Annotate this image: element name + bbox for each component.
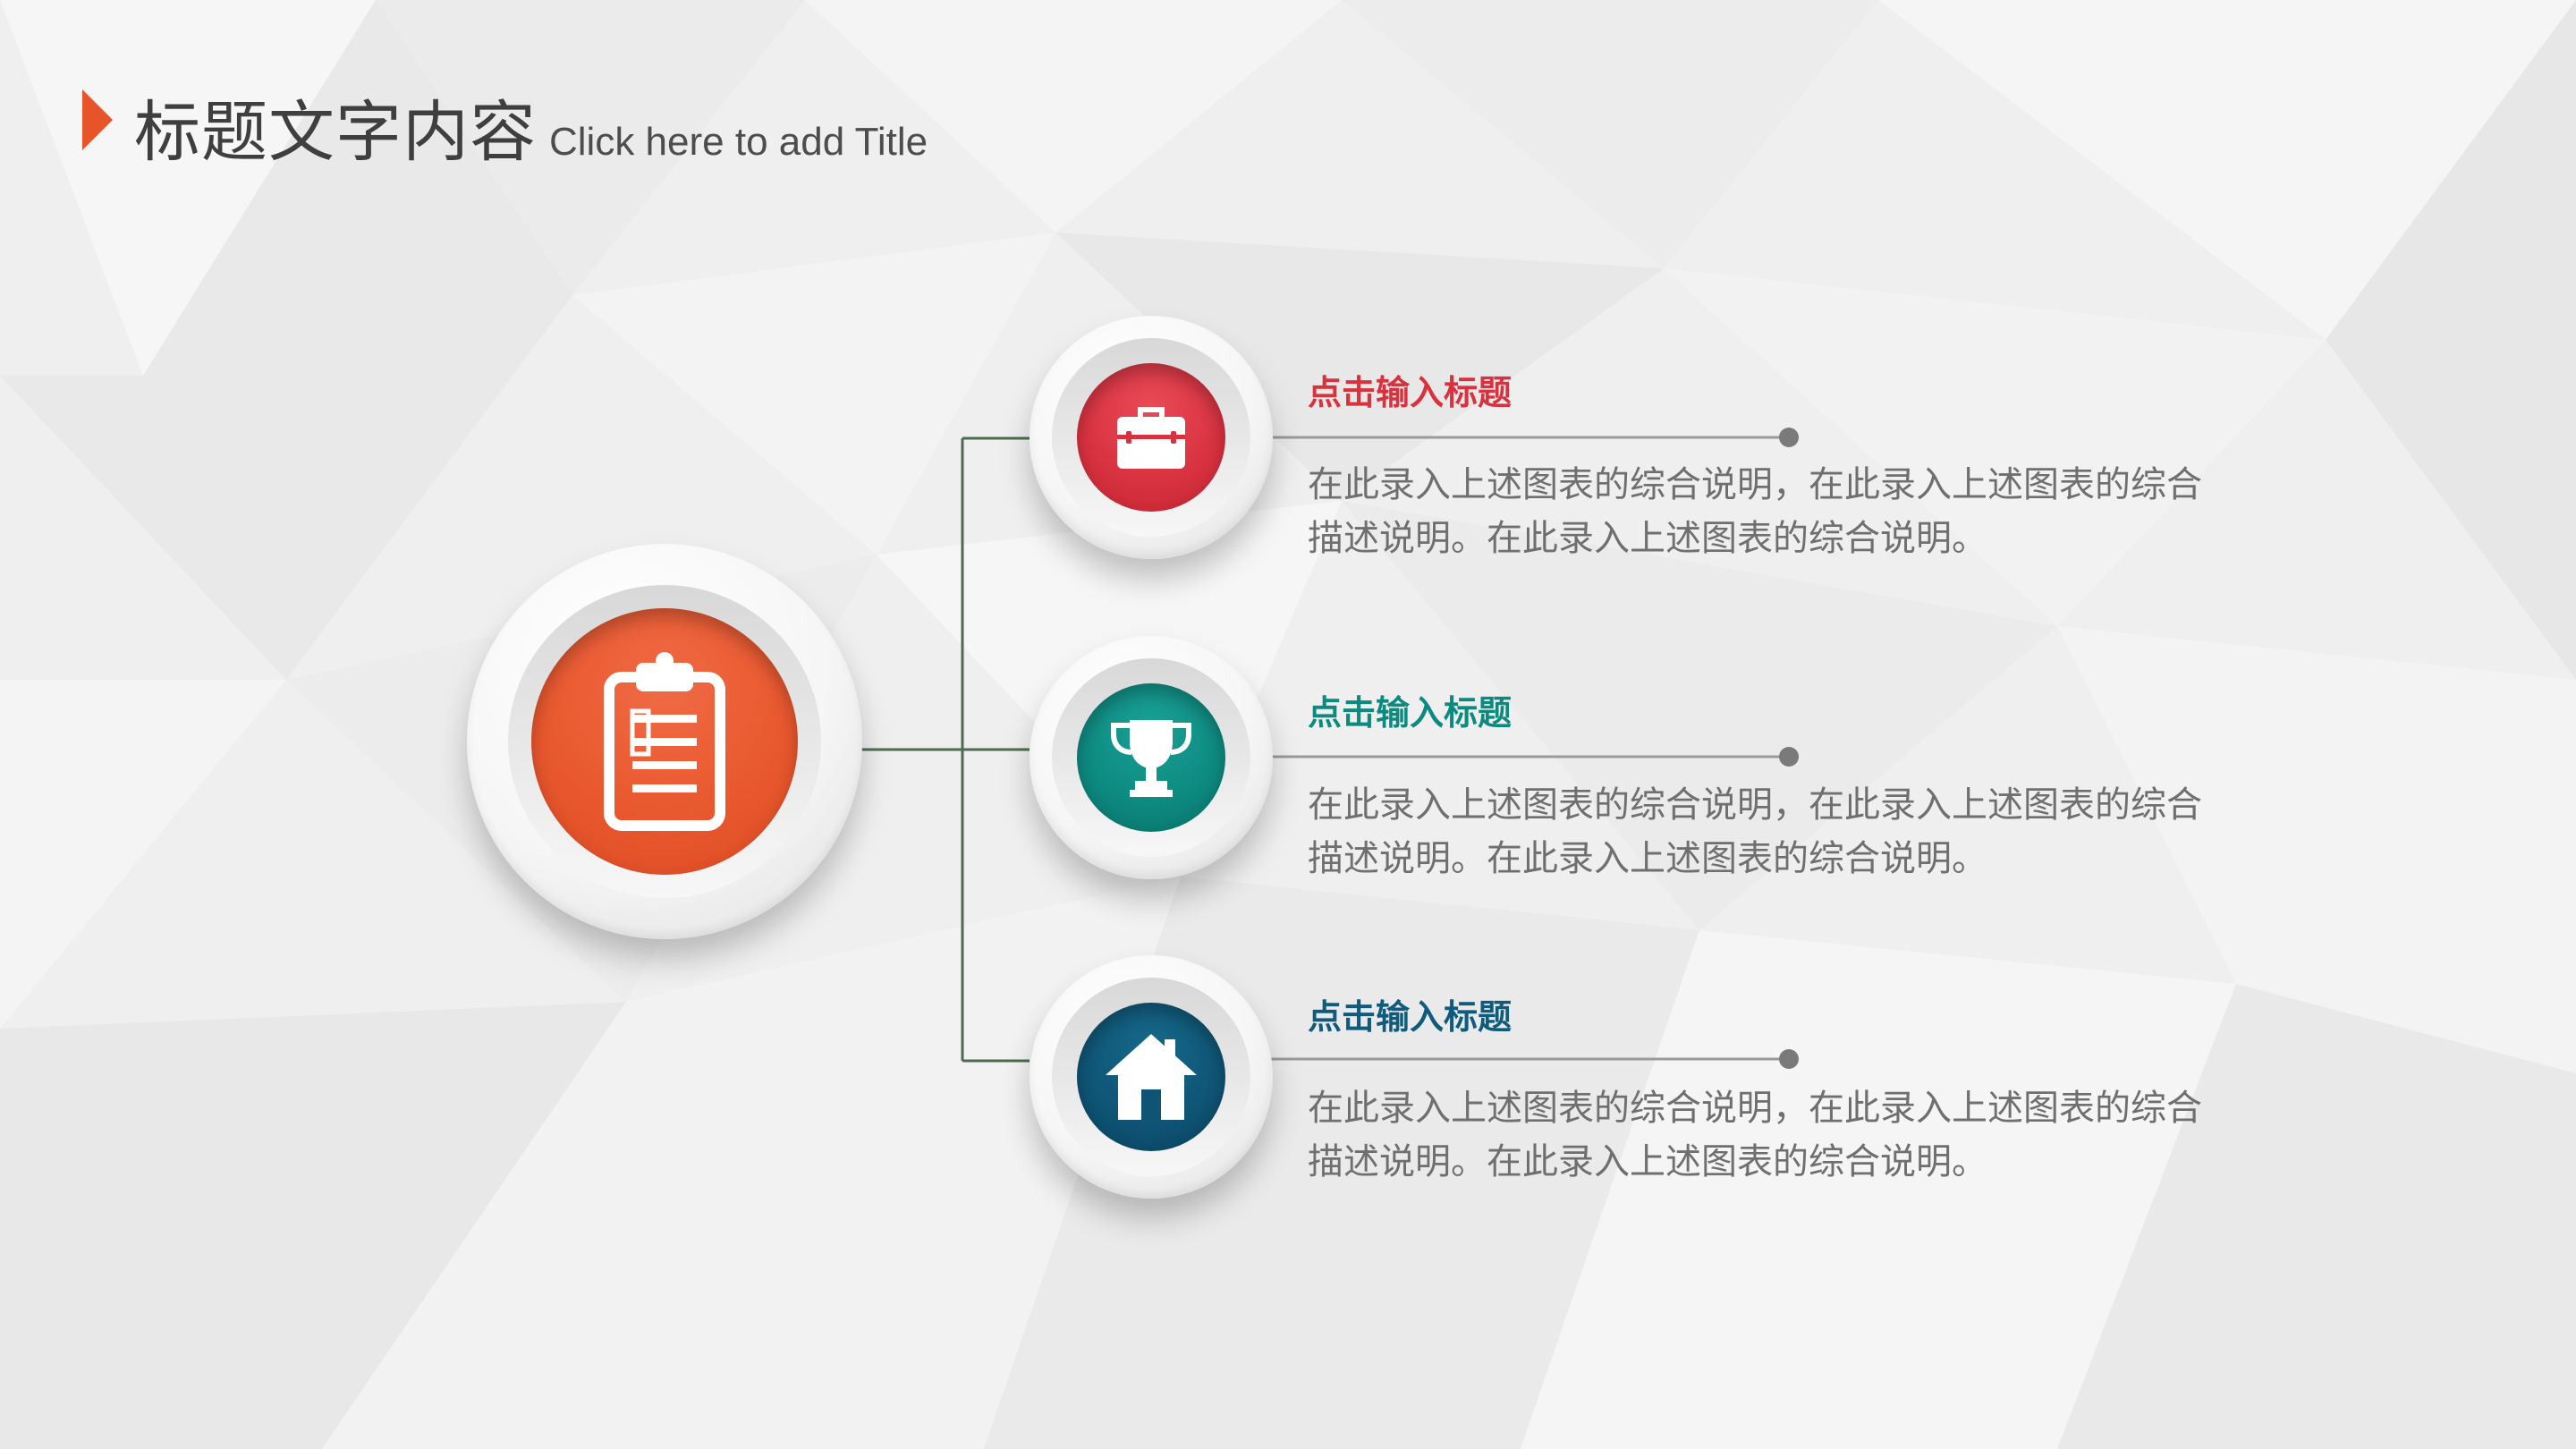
item-3-disc[interactable]	[1077, 1003, 1225, 1151]
slide: 标题文字内容 Click here to add Title 点击输入标题 在此…	[0, 0, 2576, 1449]
item-2-heading[interactable]: 点击输入标题	[1308, 685, 1512, 734]
item-1-body[interactable]: 在此录入上述图表的综合说明，在此录入上述图表的综合描述说明。在此录入上述图表的综…	[1308, 458, 2202, 565]
toolbox-icon	[1115, 404, 1187, 470]
item-2-disc[interactable]	[1077, 683, 1225, 832]
background-pattern	[0, 0, 2576, 1449]
item-2-body[interactable]: 在此录入上述图表的综合说明，在此录入上述图表的综合描述说明。在此录入上述图表的综…	[1308, 778, 2202, 886]
item-3-body[interactable]: 在此录入上述图表的综合说明，在此录入上述图表的综合描述说明。在此录入上述图表的综…	[1308, 1081, 2202, 1189]
hub-disc[interactable]	[531, 608, 798, 875]
item-1-disc[interactable]	[1077, 363, 1225, 512]
item-3-heading[interactable]: 点击输入标题	[1308, 989, 1512, 1038]
title-english[interactable]: Click here to add Title	[549, 120, 928, 165]
house-icon	[1102, 1030, 1200, 1123]
item-1-heading[interactable]: 点击输入标题	[1308, 365, 1512, 414]
trophy-icon	[1106, 713, 1196, 802]
title-marker-triangle	[82, 89, 113, 150]
slide-title[interactable]: 标题文字内容 Click here to add Title	[134, 79, 928, 171]
clipboard-icon	[602, 652, 727, 831]
title-chinese[interactable]: 标题文字内容	[134, 79, 537, 174]
